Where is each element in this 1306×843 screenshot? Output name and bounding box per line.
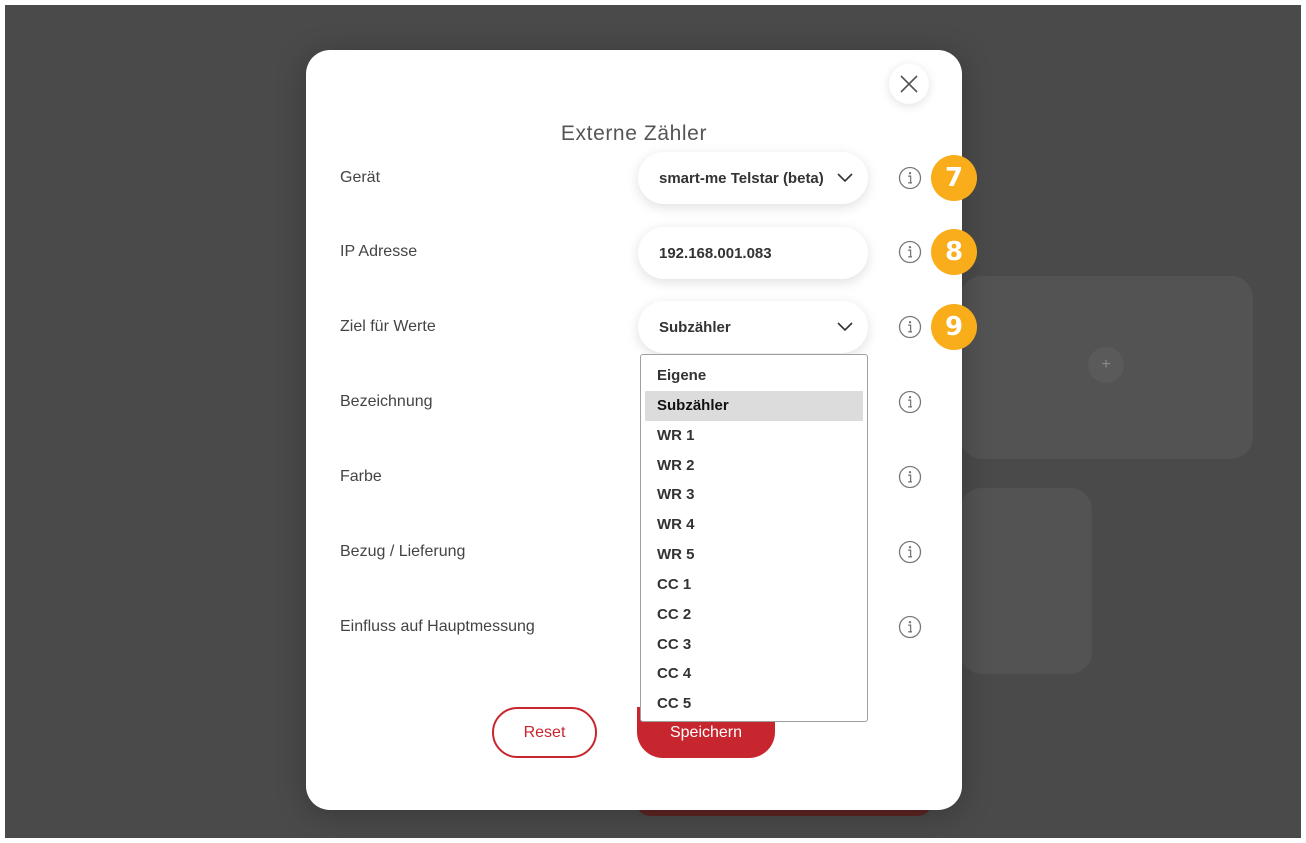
label-ip-address: IP Adresse: [340, 243, 418, 260]
dropdown-option[interactable]: CC 3: [645, 630, 863, 660]
close-button[interactable]: [889, 64, 929, 104]
info-icon[interactable]: [898, 315, 922, 339]
ip-address-value: 192.168.001.083: [659, 244, 772, 262]
dropdown-option[interactable]: WR 2: [645, 451, 863, 481]
dropdown-option[interactable]: CC 2: [645, 600, 863, 630]
dropdown-option-selected[interactable]: Subzähler: [645, 390, 863, 421]
label-main-measurement-influence: Einfluss auf Hauptmessung: [340, 618, 535, 635]
dropdown-option[interactable]: CC 5: [645, 689, 863, 719]
device-select[interactable]: smart-me Telstar (beta): [638, 152, 868, 204]
device-select-value: smart-me Telstar (beta): [659, 169, 824, 187]
background-card-secondary: [960, 488, 1092, 674]
label-device: Gerät: [340, 169, 381, 186]
info-icon[interactable]: [898, 540, 922, 564]
chevron-down-icon: [836, 169, 854, 187]
target-select-value: Subzähler: [659, 318, 731, 336]
step-badge: 7: [931, 155, 977, 201]
label-target: Ziel für Werte: [340, 318, 436, 335]
label-name: Bezeichnung: [340, 393, 433, 410]
dropdown-option[interactable]: CC 4: [645, 659, 863, 689]
chevron-down-icon: [836, 318, 854, 336]
target-select[interactable]: Subzähler: [638, 301, 868, 353]
dropdown-option[interactable]: Eigene: [645, 361, 863, 391]
label-consumption-delivery: Bezug / Lieferung: [340, 543, 466, 560]
info-icon[interactable]: [898, 240, 922, 264]
close-icon: [900, 75, 918, 93]
label-color: Farbe: [340, 468, 382, 485]
dropdown-option[interactable]: WR 3: [645, 480, 863, 510]
dropdown-option[interactable]: WR 5: [645, 540, 863, 570]
target-dropdown-list: Eigene Subzähler WR 1 WR 2 WR 3 WR 4 WR …: [640, 354, 868, 722]
reset-button[interactable]: Reset: [492, 707, 597, 758]
step-badge: 9: [931, 304, 977, 350]
info-icon[interactable]: [898, 390, 922, 414]
info-icon[interactable]: [898, 615, 922, 639]
dropdown-option[interactable]: WR 1: [645, 421, 863, 451]
info-icon[interactable]: [898, 166, 922, 190]
info-icon[interactable]: [898, 465, 922, 489]
plus-symbol: +: [1101, 356, 1111, 373]
step-badge: 8: [931, 229, 977, 275]
dropdown-option[interactable]: CC 1: [645, 570, 863, 600]
plus-icon: +: [1088, 347, 1124, 383]
dialog-title: Externe Zähler: [560, 122, 708, 145]
ip-address-field[interactable]: 192.168.001.083: [638, 227, 868, 279]
dropdown-option[interactable]: WR 4: [645, 510, 863, 540]
